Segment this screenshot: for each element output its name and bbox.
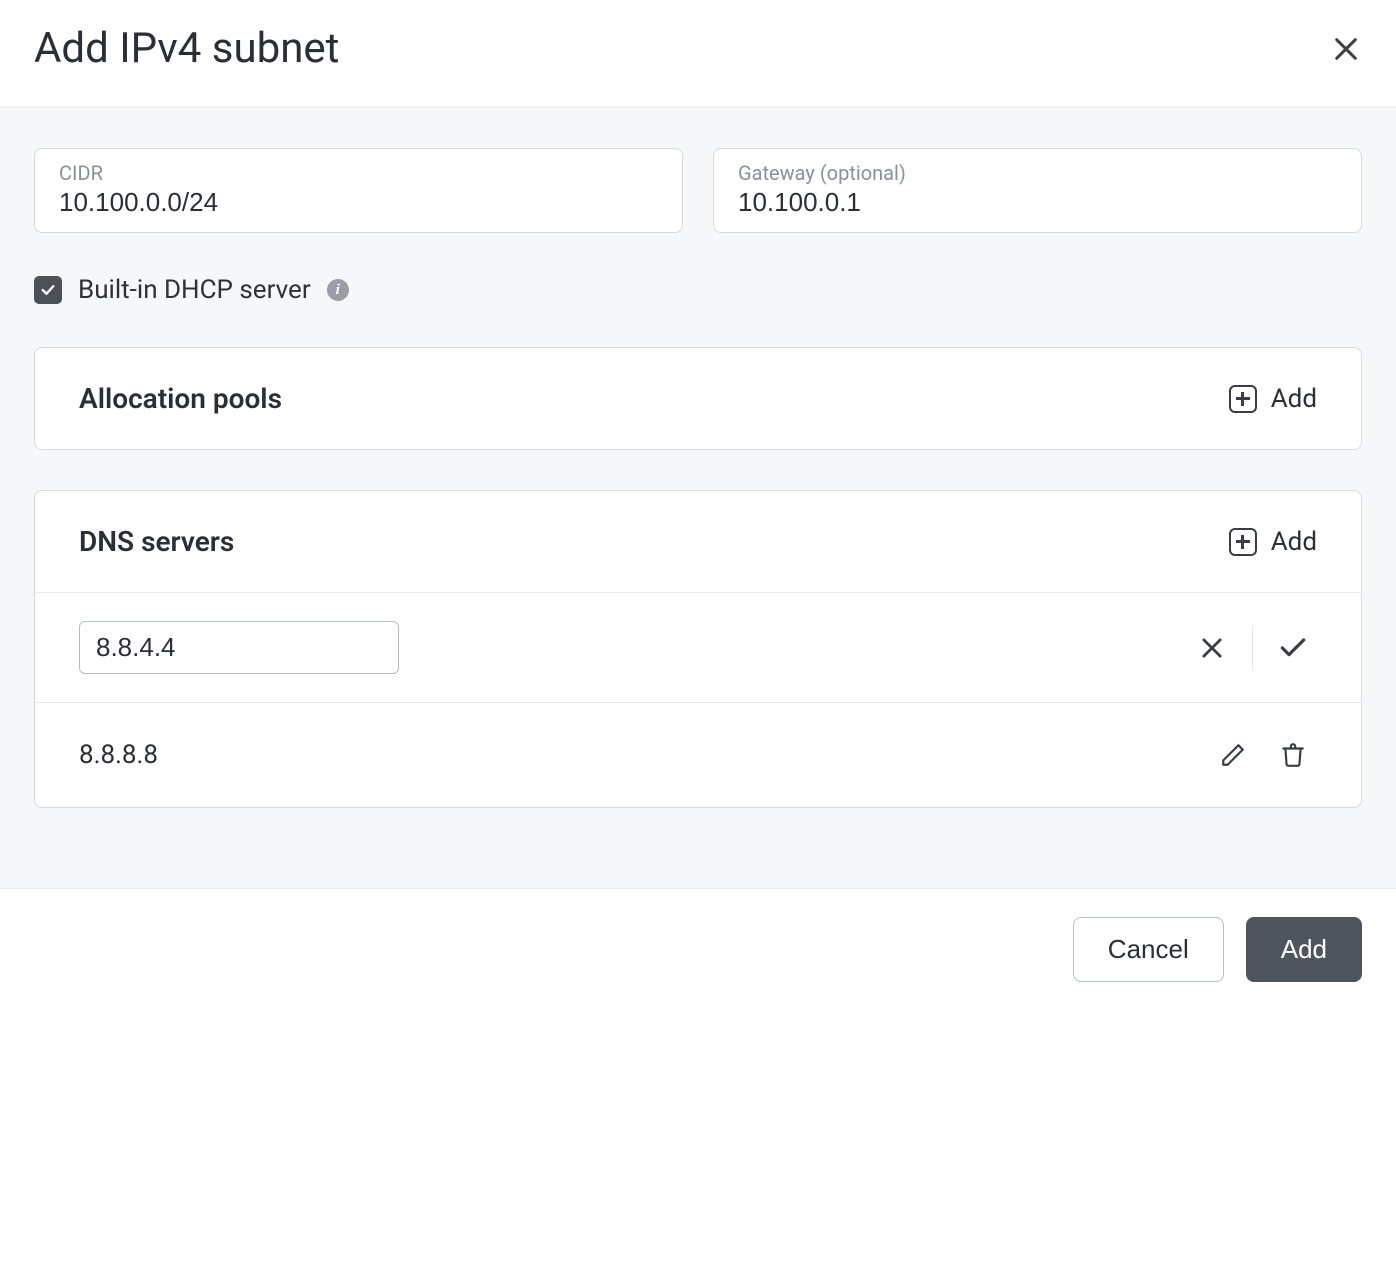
cidr-field[interactable]: CIDR [34, 148, 683, 233]
plus-icon [1229, 385, 1257, 413]
dns-cancel-edit-button[interactable] [1188, 624, 1236, 672]
top-fields-row: CIDR Gateway (optional) [34, 148, 1362, 233]
dns-row-editing [35, 592, 1361, 702]
gateway-label: Gateway (optional) [738, 161, 1337, 185]
allocation-pools-card: Allocation pools Add [34, 347, 1362, 450]
check-icon [39, 281, 57, 299]
info-icon[interactable]: i [327, 279, 349, 301]
add-button[interactable]: Add [1246, 917, 1362, 982]
dns-confirm-edit-button[interactable] [1269, 624, 1317, 672]
dns-servers-add-label: Add [1271, 527, 1317, 557]
allocation-pools-title: Allocation pools [79, 382, 282, 415]
allocation-pools-header: Allocation pools Add [35, 348, 1361, 449]
dialog-body: CIDR Gateway (optional) Built-in DHCP se… [0, 108, 1396, 888]
cancel-button[interactable]: Cancel [1073, 917, 1224, 982]
dialog-header: Add IPv4 subnet [0, 0, 1396, 108]
close-icon [1198, 634, 1226, 662]
dns-edit-input[interactable] [79, 621, 399, 674]
dhcp-row: Built-in DHCP server i [34, 275, 1362, 305]
dns-servers-card: DNS servers Add 8.8.8.8 [34, 490, 1362, 808]
dns-edit-actions [1188, 624, 1317, 672]
trash-icon [1280, 742, 1306, 768]
cidr-input[interactable] [59, 187, 658, 218]
dns-edit-button[interactable] [1209, 731, 1257, 779]
close-icon [1330, 33, 1362, 65]
check-icon [1277, 632, 1309, 664]
dialog-footer: Cancel Add [0, 888, 1396, 1010]
plus-icon [1229, 528, 1257, 556]
dns-row-static: 8.8.8.8 [35, 702, 1361, 807]
dns-static-actions [1209, 731, 1317, 779]
dns-servers-add-button[interactable]: Add [1229, 527, 1317, 557]
close-button[interactable] [1330, 33, 1362, 65]
dialog-title: Add IPv4 subnet [34, 24, 339, 73]
dns-servers-title: DNS servers [79, 525, 234, 558]
gateway-input[interactable] [738, 187, 1337, 218]
pencil-icon [1220, 742, 1246, 768]
allocation-pools-add-button[interactable]: Add [1229, 384, 1317, 414]
dns-value: 8.8.8.8 [79, 740, 158, 770]
allocation-pools-add-label: Add [1271, 384, 1317, 414]
dhcp-label: Built-in DHCP server [78, 275, 311, 305]
cidr-label: CIDR [59, 161, 658, 185]
gateway-field[interactable]: Gateway (optional) [713, 148, 1362, 233]
dns-servers-header: DNS servers Add [35, 491, 1361, 592]
dhcp-checkbox[interactable] [34, 276, 62, 304]
divider [1252, 626, 1253, 670]
dns-delete-button[interactable] [1269, 731, 1317, 779]
